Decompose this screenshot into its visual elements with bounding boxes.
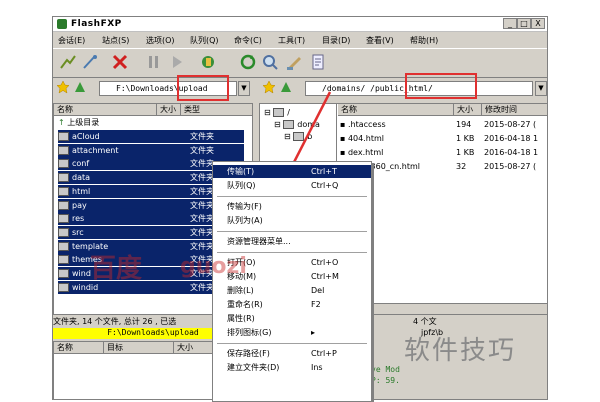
context-menu-item[interactable]: 保存路径(F) Ctrl+P [213, 347, 371, 360]
context-menu-item[interactable]: 资源管理器菜单... [213, 235, 371, 248]
context-menu-item[interactable]: 重命名(R) F2 [213, 298, 371, 311]
menu-item-label: 建立文件夹(D) [227, 363, 280, 372]
context-menu-item[interactable]: 传输(T) Ctrl+T [213, 165, 371, 178]
context-menu-item[interactable]: 队列(Q) Ctrl+Q [213, 179, 371, 192]
menu-item-label: 排列图标(G) [227, 328, 272, 337]
menu-item-label: 保存路径(F) [227, 349, 270, 358]
context-menu-item[interactable]: 属性(R) [213, 312, 371, 325]
menu-item-label: 队列(Q) [227, 181, 256, 190]
menu-item-label: 队列为(A) [227, 216, 263, 225]
context-menu: 传输(T) Ctrl+T 队列(Q) Ctrl+Q 传输为(F) 队列为(A) 资源管理器菜… [212, 161, 372, 402]
watermark-text: 软件技巧 [404, 336, 517, 366]
menu-item-shortcut: Ctrl+Q [311, 181, 339, 190]
menu-separator [217, 231, 367, 232]
context-menu-item[interactable]: 队列为(A) [213, 214, 371, 227]
context-menu-item[interactable]: 删除(L) Del [213, 284, 371, 297]
watermark-overlay-2: guozi [180, 254, 247, 279]
context-menu-item[interactable]: 排列图标(G) ▸ [213, 326, 371, 339]
menu-item-shortcut: Ins [311, 363, 323, 372]
menu-item-shortcut: F2 [311, 300, 321, 309]
menu-item-shortcut: ▸ [311, 328, 316, 337]
context-menu-item[interactable]: 传输为(F) [213, 200, 371, 213]
menu-item-label: 删除(L) [227, 286, 254, 295]
menu-item-label: 传输为(F) [227, 202, 262, 211]
menu-item-shortcut: Ctrl+P [311, 349, 337, 358]
menu-item-label: 传输(T) [227, 167, 255, 176]
context-menu-item[interactable]: 建立文件夹(D) Ins [213, 361, 371, 374]
menu-item-label: 属性(R) [227, 314, 255, 323]
menu-separator [217, 252, 367, 253]
watermark-overlay-1: 百度 [90, 254, 143, 284]
menu-item-label: 重命名(R) [227, 300, 263, 309]
menu-item-shortcut: Del [311, 286, 325, 295]
menu-item-shortcut: Ctrl+O [311, 258, 339, 267]
menu-item-shortcut: Ctrl+T [311, 167, 337, 176]
menu-item-shortcut: Ctrl+M [311, 272, 339, 281]
menu-separator [217, 343, 367, 344]
menu-separator [217, 196, 367, 197]
menu-item-label: 资源管理器菜单... [227, 237, 291, 246]
